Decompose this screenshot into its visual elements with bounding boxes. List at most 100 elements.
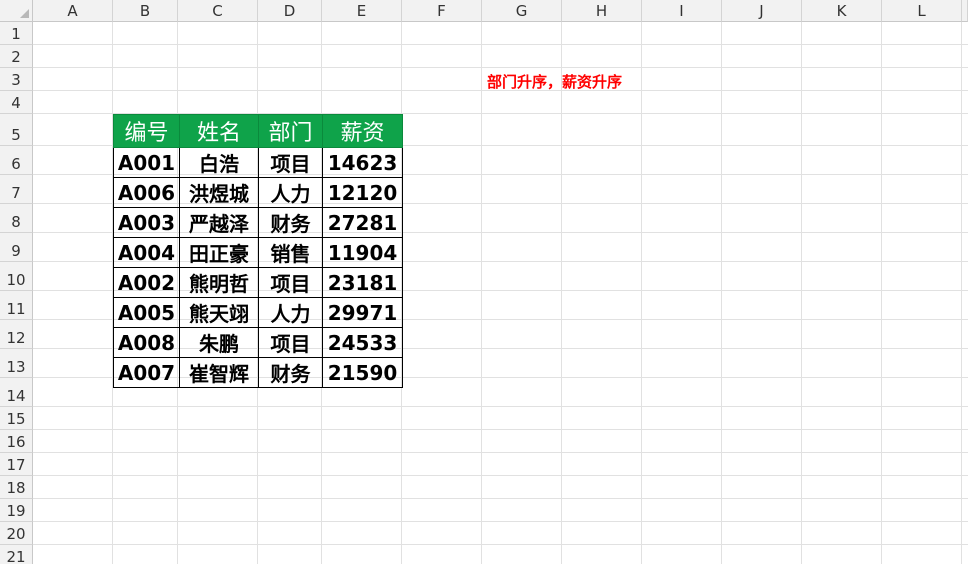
cell-department[interactable]: 人力 [258, 297, 323, 328]
column-header-l[interactable]: L [882, 0, 962, 22]
cell-salary[interactable]: 21590 [322, 357, 403, 388]
sort-note-cell-g3[interactable]: 部门升序，薪资升序 [487, 71, 622, 92]
row-header-7[interactable]: 7 [0, 175, 33, 204]
gridline-horizontal [33, 498, 968, 499]
row-header-17[interactable]: 17 [0, 453, 33, 476]
row-header-3[interactable]: 3 [0, 68, 33, 91]
row-header-13[interactable]: 13 [0, 349, 33, 378]
select-all-icon [20, 9, 29, 18]
cell-salary[interactable]: 27281 [322, 207, 403, 238]
cell-id[interactable]: A005 [113, 297, 180, 328]
gridline-vertical [881, 22, 882, 564]
table-row: A004 田正豪 销售 11904 [113, 237, 403, 268]
row-header-18[interactable]: 18 [0, 476, 33, 499]
row-header-1[interactable]: 1 [0, 22, 33, 45]
select-all-corner[interactable] [0, 0, 33, 22]
cell-id[interactable]: A004 [113, 237, 180, 268]
spreadsheet-sheet: ABCDEFGHIJKL 1 2 3 4 5 6 7 8 9 10 11 12 13 14 15 16 17 18… [0, 0, 968, 564]
cell-name[interactable]: 朱鹏 [179, 327, 259, 358]
cell-salary[interactable]: 29971 [322, 297, 403, 328]
gridline-horizontal [33, 544, 968, 545]
gridline-vertical [721, 22, 722, 564]
cell-name[interactable]: 崔智辉 [179, 357, 259, 388]
table-row: A007 崔智辉 财务 21590 [113, 357, 403, 388]
gridline-horizontal [33, 452, 968, 453]
header-cell-name[interactable]: 姓名 [179, 114, 259, 148]
row-header-15[interactable]: 15 [0, 407, 33, 430]
table-header-row: 编号 姓名 部门 薪资 [113, 114, 403, 148]
cell-name[interactable]: 田正豪 [179, 237, 259, 268]
gridline-vertical [801, 22, 802, 564]
row-header-11[interactable]: 11 [0, 291, 33, 320]
cell-id[interactable]: A006 [113, 177, 180, 208]
cell-department[interactable]: 人力 [258, 177, 323, 208]
column-header-a[interactable]: A [33, 0, 113, 22]
table-row: A008 朱鹏 项目 24533 [113, 327, 403, 358]
cell-salary[interactable]: 11904 [322, 237, 403, 268]
table-row: A005 熊天翊 人力 29971 [113, 297, 403, 328]
cell-department[interactable]: 销售 [258, 237, 323, 268]
row-header-10[interactable]: 10 [0, 262, 33, 291]
row-header-6[interactable]: 6 [0, 146, 33, 175]
row-header-4[interactable]: 4 [0, 91, 33, 114]
row-header-2[interactable]: 2 [0, 45, 33, 68]
row-header-14[interactable]: 14 [0, 378, 33, 407]
row-header-19[interactable]: 19 [0, 499, 33, 522]
cell-department[interactable]: 项目 [258, 267, 323, 298]
cell-id[interactable]: A001 [113, 147, 180, 178]
gridline-vertical [561, 22, 562, 564]
column-header-c[interactable]: C [178, 0, 258, 22]
column-header-j[interactable]: J [722, 0, 802, 22]
cell-id[interactable]: A002 [113, 267, 180, 298]
column-header-e[interactable]: E [322, 0, 402, 22]
cell-department[interactable]: 财务 [258, 207, 323, 238]
cell-id[interactable]: A008 [113, 327, 180, 358]
column-header-h[interactable]: H [562, 0, 642, 22]
row-header-12[interactable]: 12 [0, 320, 33, 349]
table-row: A006 洪煜城 人力 12120 [113, 177, 403, 208]
column-header-d[interactable]: D [258, 0, 322, 22]
cell-department[interactable]: 财务 [258, 357, 323, 388]
gridline-horizontal [33, 475, 968, 476]
cell-name[interactable]: 白浩 [179, 147, 259, 178]
cell-salary[interactable]: 23181 [322, 267, 403, 298]
gridline-horizontal [33, 406, 968, 407]
cell-department[interactable]: 项目 [258, 147, 323, 178]
gridline-vertical [481, 22, 482, 564]
gridline-vertical [961, 22, 962, 564]
row-header-9[interactable]: 9 [0, 233, 33, 262]
column-header-g[interactable]: G [482, 0, 562, 22]
cell-department[interactable]: 项目 [258, 327, 323, 358]
table-row: A003 严越泽 财务 27281 [113, 207, 403, 238]
header-cell-salary[interactable]: 薪资 [322, 114, 403, 148]
gridline-horizontal [33, 44, 968, 45]
row-header-5[interactable]: 5 [0, 114, 33, 146]
cell-name[interactable]: 洪煜城 [179, 177, 259, 208]
gridline-horizontal [33, 67, 968, 68]
table-row: A001 白浩 项目 14623 [113, 147, 403, 178]
row-header-20[interactable]: 20 [0, 522, 33, 545]
column-header-k[interactable]: K [802, 0, 882, 22]
table-row: A002 熊明哲 项目 23181 [113, 267, 403, 298]
cell-name[interactable]: 熊明哲 [179, 267, 259, 298]
gridline-horizontal [33, 521, 968, 522]
cell-salary[interactable]: 12120 [322, 177, 403, 208]
cell-id[interactable]: A003 [113, 207, 180, 238]
row-header-21[interactable]: 21 [0, 545, 33, 564]
cell-name[interactable]: 熊天翊 [179, 297, 259, 328]
header-cell-id[interactable]: 编号 [113, 114, 180, 148]
column-header-b[interactable]: B [113, 0, 178, 22]
cell-name[interactable]: 严越泽 [179, 207, 259, 238]
employee-table: 编号 姓名 部门 薪资 A001 白浩 项目 14623 A006 洪煜城 人力 12120 A… [113, 114, 403, 388]
header-cell-department[interactable]: 部门 [258, 114, 323, 148]
column-header-f[interactable]: F [402, 0, 482, 22]
row-header-8[interactable]: 8 [0, 204, 33, 233]
cell-salary[interactable]: 14623 [322, 147, 403, 178]
gridline-vertical [641, 22, 642, 564]
cell-id[interactable]: A007 [113, 357, 180, 388]
cell-salary[interactable]: 24533 [322, 327, 403, 358]
gridline-horizontal [33, 429, 968, 430]
column-header-partial[interactable] [962, 0, 968, 22]
column-header-i[interactable]: I [642, 0, 722, 22]
row-header-16[interactable]: 16 [0, 430, 33, 453]
